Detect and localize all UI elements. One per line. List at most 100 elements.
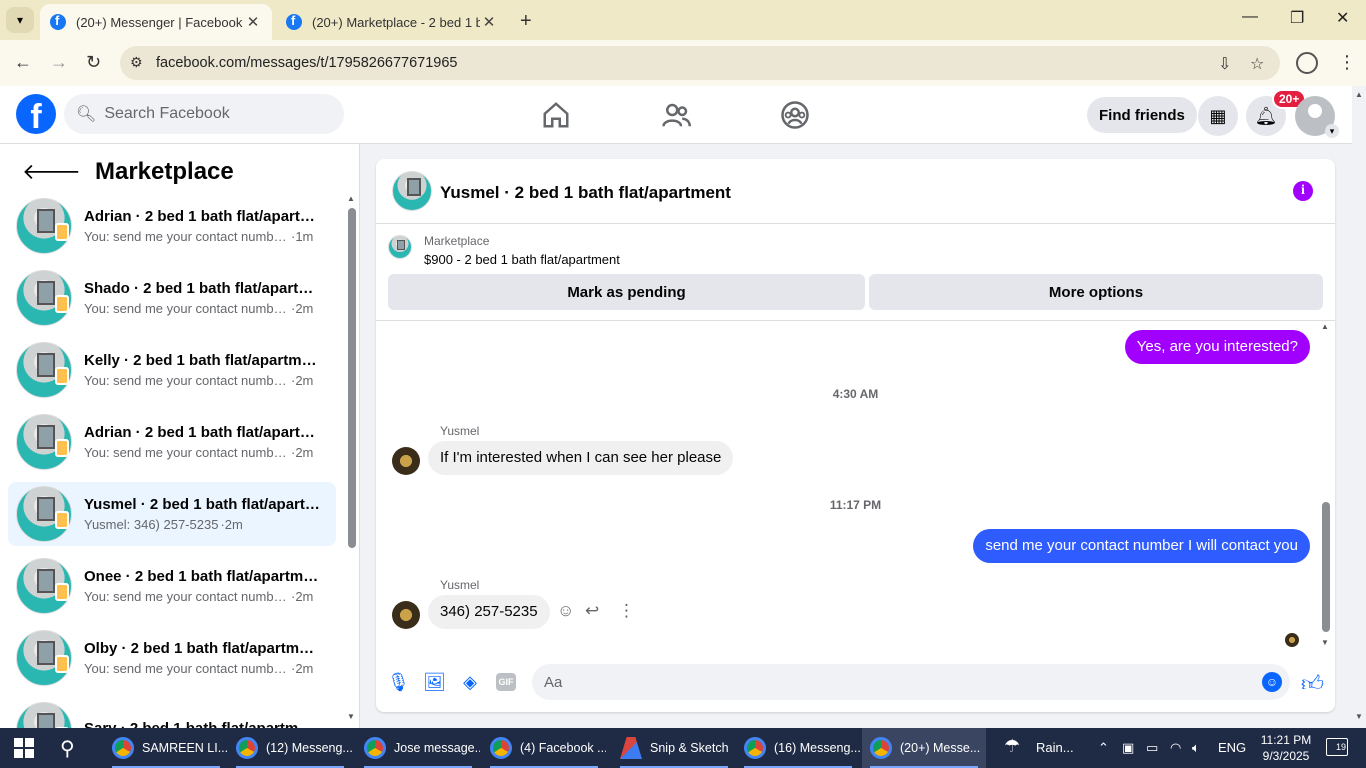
sticker-icon[interactable]: ◈ [459,671,481,693]
conversation-item[interactable]: Adrian · 2 bed 1 bath flat/apartment You:… [8,194,336,258]
weather-icon[interactable]: ☂ [1004,736,1020,757]
taskbar-item[interactable]: (4) Facebook ... [482,728,606,768]
site-info-icon[interactable]: ⚙ [130,54,143,71]
tab-messenger[interactable]: (20+) Messenger | Facebook ✕ [40,4,272,40]
sender-avatar[interactable] [392,601,420,629]
scroll-down-arrow-icon[interactable]: ▼ [347,712,355,721]
react-icon[interactable]: ☺ [557,601,574,621]
taskbar-item[interactable]: (16) Messeng... [736,728,860,768]
install-app-icon[interactable]: ⇩ [1218,54,1231,74]
message-composer: 🎙︎ 🖼︎ ◈ GIF ☺ 👍︎ [376,664,1335,700]
scroll-down-arrow-icon[interactable]: ▼ [1321,638,1329,647]
message-input[interactable] [544,673,1244,691]
page-scrollbar[interactable]: ▲ ▼ [1352,86,1366,728]
weather-label[interactable]: Rain... [1036,740,1074,755]
notification-center-icon[interactable]: 19 [1326,738,1348,756]
chrome-icon [112,737,134,759]
browser-profile-icon[interactable] [1296,52,1318,74]
conversation-item[interactable]: Sary · 2 bed 1 bath flat/apartment [8,698,336,728]
facebook-search[interactable]: 🔍︎ [64,94,344,134]
conversation-thumbnail [16,558,72,614]
incoming-message[interactable]: 346) 257-5235 [428,595,550,629]
url-bar[interactable]: ⚙ facebook.com/messages/t/17958266776719… [120,46,1280,80]
home-icon[interactable] [541,100,571,130]
bell-icon: 🔔︎ [1254,105,1278,126]
sidebar-scrollbar[interactable]: ▲ ▼ [346,194,358,724]
taskbar-item[interactable]: (20+) Messe... [862,728,986,768]
reply-icon[interactable]: ↩ [585,601,599,621]
more-options-button[interactable]: More options [869,274,1323,310]
camera-icon[interactable]: ▣ [1122,740,1134,756]
conversation-preview: You: send me your contact number I will … [84,445,289,460]
listing-price[interactable]: $900 - 2 bed 1 bath flat/apartment [424,252,620,267]
chat-scrollbar[interactable]: ▲ ▼ [1320,322,1332,652]
taskbar-item[interactable]: Jose message... [356,728,480,768]
scroll-thumb[interactable] [348,208,356,548]
browser-menu-icon[interactable]: ⋮ [1338,52,1356,73]
back-arrow-icon[interactable]: 🡐 [22,159,81,185]
tab-search-button[interactable]: ▾ [6,7,34,33]
forward-button[interactable]: → [50,52,68,73]
conversation-item[interactable]: Onee · 2 bed 1 bath flat/apartment You: s… [8,554,336,618]
menu-grid-button[interactable]: ▦ [1198,96,1238,136]
listing-small-thumbnail[interactable] [388,235,412,259]
conversation-item[interactable]: Olby · 2 bed 1 bath flat/apartment You: s… [8,626,336,690]
message-box[interactable] [532,664,1290,700]
emoji-icon[interactable]: ☺ [1262,672,1282,692]
chat-title[interactable]: Yusmel · 2 bed 1 bath flat/apartment [440,183,731,203]
sender-name: Yusmel [440,578,480,592]
info-icon[interactable]: i [1293,181,1313,201]
close-window-button[interactable]: ✕ [1336,8,1349,28]
photo-icon[interactable]: 🖼︎ [423,671,446,693]
taskbar-search-icon[interactable]: ⚲ [60,736,75,761]
facebook-favicon-icon [286,13,302,30]
friends-icon[interactable] [661,100,691,130]
facebook-logo-icon[interactable]: f [16,94,56,134]
back-button[interactable]: ← [14,52,32,73]
battery-icon[interactable]: ▭ [1146,740,1158,756]
close-tab-icon[interactable]: ✕ [480,13,498,31]
conversation-item[interactable]: Shado · 2 bed 1 bath flat/apartment You: … [8,266,336,330]
listing-thumbnail[interactable] [392,171,432,211]
taskbar-item[interactable]: (12) Messeng... [228,728,352,768]
clock-date: 9/3/2025 [1262,749,1310,763]
reload-button[interactable]: ↻ [86,52,101,73]
sender-avatar[interactable] [392,447,420,475]
account-avatar[interactable]: ▾ [1295,96,1339,138]
more-actions-icon[interactable]: ⋮ [618,601,635,621]
incoming-message[interactable]: If I'm interested when I can see her ple… [428,441,734,475]
gif-icon[interactable]: GIF [496,673,516,691]
conversation-item[interactable]: Kelly · 2 bed 1 bath flat/apartment You: … [8,338,336,402]
groups-icon[interactable] [780,100,810,130]
system-clock[interactable]: 11:21 PM 9/3/2025 [1250,732,1322,764]
volume-icon[interactable]: 🔈︎ [1192,740,1200,756]
minimize-button[interactable]: — [1242,8,1258,26]
scroll-thumb[interactable] [1322,502,1330,632]
close-tab-icon[interactable]: ✕ [244,13,262,31]
facebook-header: f 🔍︎ Find friends ▦ 🔔︎ 20+ ▾ [0,86,1352,144]
scroll-up-arrow-icon[interactable]: ▲ [1355,90,1363,99]
tab-marketplace[interactable]: (20+) Marketplace - 2 bed 1 bat ✕ [276,4,508,40]
scroll-down-arrow-icon[interactable]: ▼ [1355,712,1363,721]
windows-start-icon[interactable] [14,738,34,758]
microphone-icon[interactable]: 🎙︎ [387,671,410,693]
thumbs-up-icon[interactable]: 👍︎ [1301,670,1324,697]
new-tab-button[interactable]: + [520,10,532,33]
tray-chevron-icon[interactable]: ⌃ [1098,740,1109,756]
search-input[interactable] [104,105,325,123]
bookmark-star-icon[interactable]: ☆ [1250,54,1264,74]
conversation-item[interactable]: Adrian · 2 bed 1 bath flat/apartment You:… [8,410,336,474]
scroll-up-arrow-icon[interactable]: ▲ [1321,322,1329,331]
wifi-icon[interactable]: ◠ [1170,740,1181,756]
maximize-button[interactable]: ❐ [1290,8,1304,28]
language-indicator[interactable]: ENG [1218,740,1246,755]
conversation-item[interactable]: Yusmel · 2 bed 1 bath flat/apartment Yusm… [8,482,336,546]
tab-title: (20+) Messenger | Facebook [76,14,243,30]
mark-as-pending-button[interactable]: Mark as pending [388,274,865,310]
outgoing-message[interactable]: Yes, are you interested? [1124,330,1310,364]
outgoing-message[interactable]: send me your contact number I will conta… [973,529,1310,563]
taskbar-item[interactable]: Snip & Sketch [612,728,736,768]
find-friends-button[interactable]: Find friends [1087,97,1197,133]
scroll-up-arrow-icon[interactable]: ▲ [347,194,355,203]
taskbar-item[interactable]: SAMREEN LI... [104,728,228,768]
